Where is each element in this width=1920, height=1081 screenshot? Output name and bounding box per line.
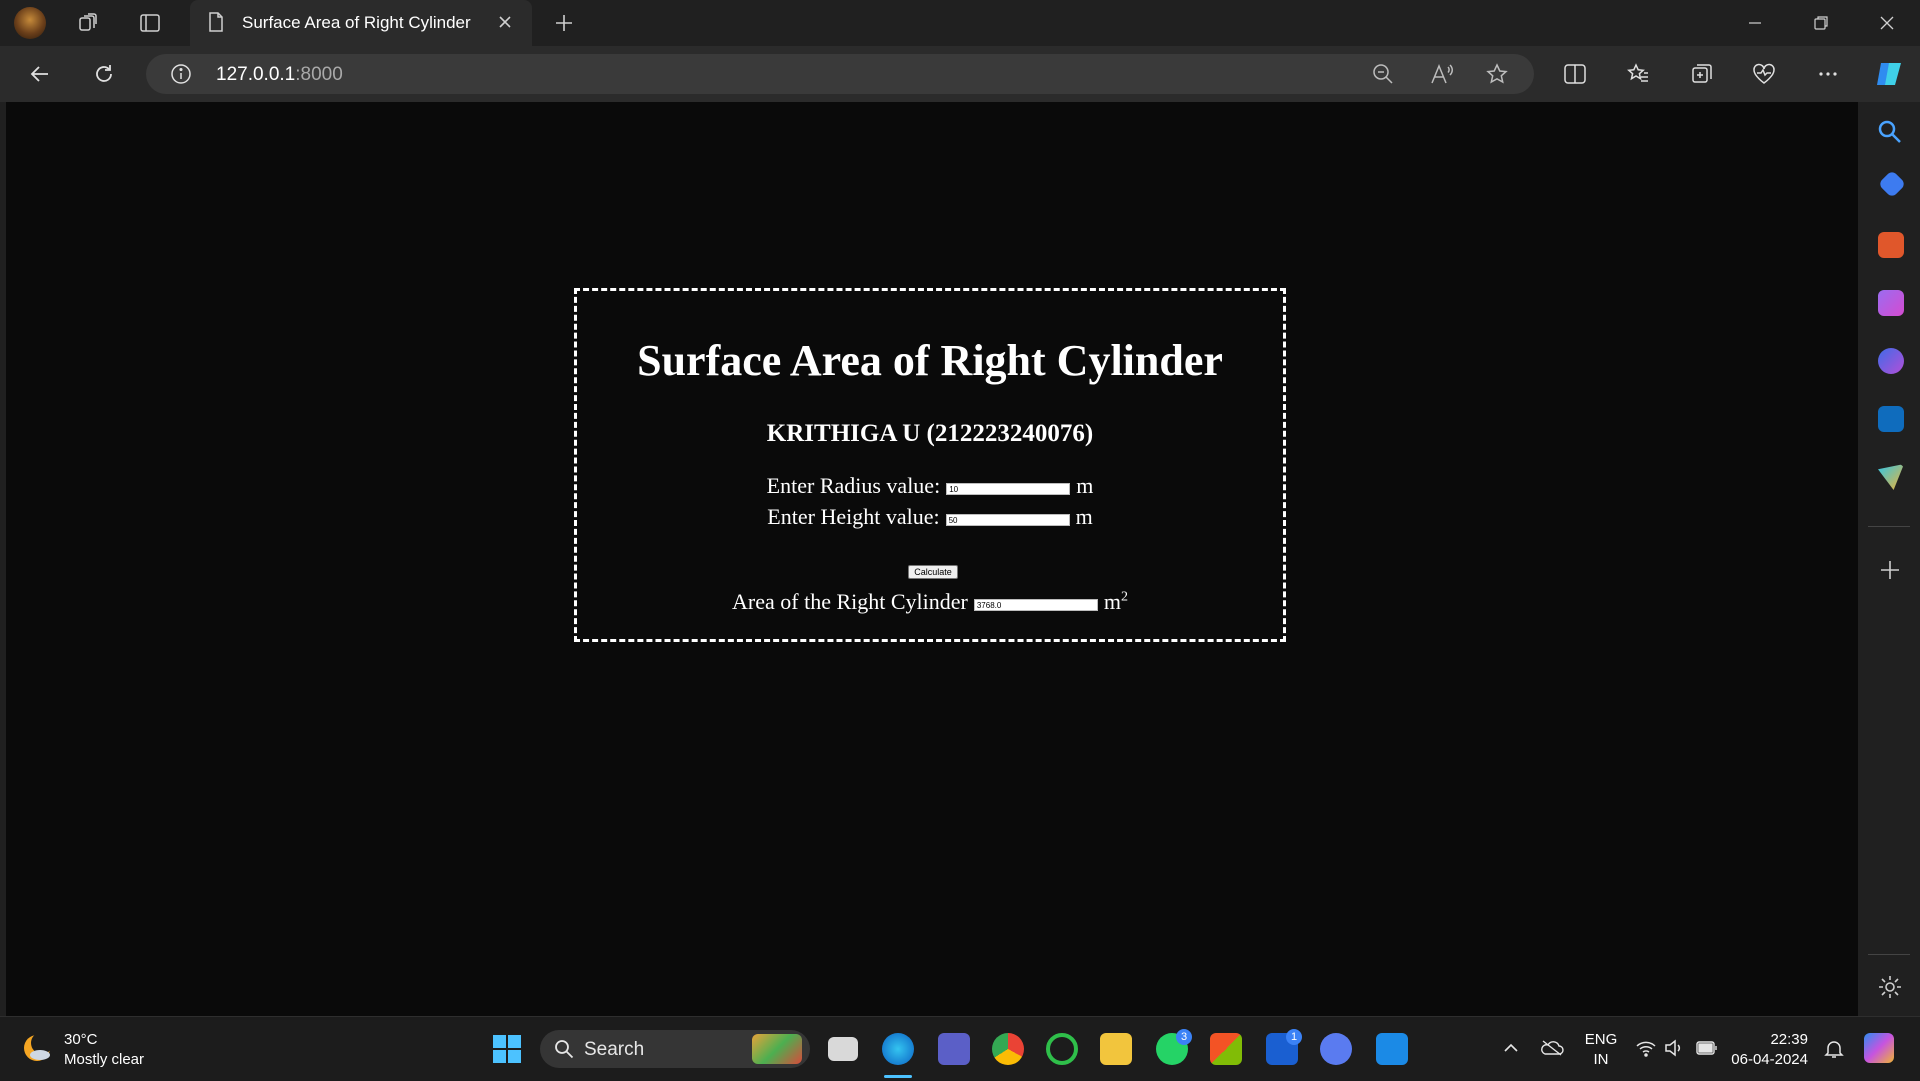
height-label: Enter Height value:: [767, 504, 940, 529]
url-text: 127.0.0.1:8000: [216, 64, 343, 85]
close-tab-icon[interactable]: [494, 11, 516, 33]
taskbar-search[interactable]: Search: [540, 1030, 810, 1068]
favorites-icon[interactable]: [1622, 58, 1654, 90]
radius-input[interactable]: 10: [946, 483, 1071, 495]
task-view-icon[interactable]: [828, 1037, 858, 1061]
address-bar[interactable]: 127.0.0.1:8000: [146, 54, 1534, 94]
restore-icon[interactable]: [1798, 8, 1844, 38]
workspaces-icon[interactable]: [74, 9, 102, 37]
windows-taskbar: 30°C Mostly clear Search 3 1 ENG IN 22:3…: [0, 1016, 1920, 1081]
shopping-tag-icon[interactable]: [1877, 169, 1907, 199]
drop-send-icon[interactable]: [1878, 464, 1904, 490]
favorite-star-icon[interactable]: [1486, 63, 1508, 90]
edge-taskbar-icon[interactable]: [882, 1033, 914, 1065]
active-tab[interactable]: Surface Area of Right Cylinder: [190, 0, 532, 46]
notification-bell-icon[interactable]: [1824, 1039, 1844, 1064]
store-icon[interactable]: [1210, 1033, 1242, 1065]
page-icon: [208, 12, 224, 37]
zoom-out-icon[interactable]: [1372, 63, 1394, 90]
active-app-indicator: [884, 1075, 912, 1078]
browser-essentials-icon[interactable]: [1748, 58, 1780, 90]
more-options-icon[interactable]: [1812, 58, 1844, 90]
radius-row: Enter Radius value: 10 m: [577, 473, 1283, 499]
battery-icon[interactable]: [1696, 1041, 1718, 1060]
tools-briefcase-icon[interactable]: [1878, 232, 1904, 258]
tab-bar: Surface Area of Right Cylinder: [0, 0, 1920, 46]
microsoft-365-icon[interactable]: [1878, 348, 1904, 374]
weather-moon-icon[interactable]: [20, 1031, 54, 1070]
sidebar-divider-bottom: [1868, 954, 1910, 955]
close-window-icon[interactable]: [1864, 8, 1910, 38]
arc-app-icon[interactable]: [1320, 1033, 1352, 1065]
vertical-tabs-icon[interactable]: [136, 9, 164, 37]
area-label: Area of the Right Cylinder: [732, 589, 968, 614]
web-page-content: Surface Area of Right Cylinder KRITHIGA …: [6, 102, 1858, 1016]
area-row: Area of the Right Cylinder 3768.0 m2: [577, 589, 1283, 615]
copilot-taskbar-icon[interactable]: [1864, 1033, 1894, 1063]
vscode-icon[interactable]: [1376, 1033, 1408, 1065]
read-aloud-icon[interactable]: [1430, 63, 1454, 90]
radius-unit: m: [1076, 473, 1094, 498]
onedrive-offline-icon[interactable]: [1540, 1039, 1564, 1062]
area-unit: m2: [1103, 589, 1128, 614]
search-label: Search: [584, 1039, 645, 1060]
language-top[interactable]: ENG: [1584, 1031, 1618, 1048]
calculate-button[interactable]: Calculate: [908, 565, 958, 579]
clock-time[interactable]: 22:39: [1738, 1031, 1808, 1048]
edge-sidebar: [1860, 102, 1920, 1016]
height-input[interactable]: 50: [945, 514, 1070, 526]
calculator-card: Surface Area of Right Cylinder KRITHIGA …: [574, 288, 1286, 642]
search-icon: [554, 1039, 574, 1064]
collections-icon[interactable]: [1686, 58, 1718, 90]
back-icon[interactable]: [24, 58, 56, 90]
language-bottom[interactable]: IN: [1584, 1051, 1618, 1068]
height-unit: m: [1075, 504, 1093, 529]
outlook-icon[interactable]: [1878, 406, 1904, 432]
new-tab-icon[interactable]: [550, 9, 578, 37]
height-row: Enter Height value: 50 m: [577, 504, 1283, 530]
split-screen-icon[interactable]: [1559, 58, 1591, 90]
search-highlight-image: [752, 1034, 802, 1064]
refresh-icon[interactable]: [88, 58, 120, 90]
sidebar-search-icon[interactable]: [1876, 118, 1904, 151]
navigation-bar: 127.0.0.1:8000: [0, 46, 1920, 102]
sidebar-settings-icon[interactable]: [1877, 974, 1903, 1005]
profile-avatar[interactable]: [14, 7, 46, 39]
minimize-icon[interactable]: [1732, 8, 1778, 38]
sidebar-divider: [1868, 526, 1910, 527]
volume-icon[interactable]: [1664, 1039, 1684, 1062]
wifi-icon[interactable]: [1636, 1039, 1656, 1062]
radius-label: Enter Radius value:: [766, 473, 941, 498]
copilot-icon[interactable]: [1872, 56, 1908, 92]
whatsapp-badge: 3: [1176, 1029, 1192, 1045]
games-icon[interactable]: [1878, 290, 1904, 316]
windows-start-icon[interactable]: [492, 1034, 522, 1069]
add-sidebar-app-icon[interactable]: [1878, 558, 1902, 587]
tray-chevron-up-icon[interactable]: [1502, 1039, 1520, 1062]
tab-title: Surface Area of Right Cylinder: [242, 13, 471, 32]
weather-description: Mostly clear: [64, 1051, 145, 1068]
sync-app-icon[interactable]: [1046, 1033, 1078, 1065]
chrome-icon[interactable]: [992, 1033, 1024, 1065]
author-subtitle: KRITHIGA U (212223240076): [766, 420, 1094, 447]
teams-icon[interactable]: [938, 1033, 970, 1065]
weather-temperature: 30°C: [64, 1031, 98, 1048]
site-info-icon[interactable]: [170, 63, 192, 90]
page-title: Surface Area of Right Cylinder: [637, 336, 1223, 385]
file-explorer-icon[interactable]: [1100, 1033, 1132, 1065]
area-output-field[interactable]: 3768.0: [973, 599, 1098, 611]
app-badge: 1: [1286, 1029, 1302, 1045]
clock-date[interactable]: 06-04-2024: [1730, 1051, 1808, 1068]
